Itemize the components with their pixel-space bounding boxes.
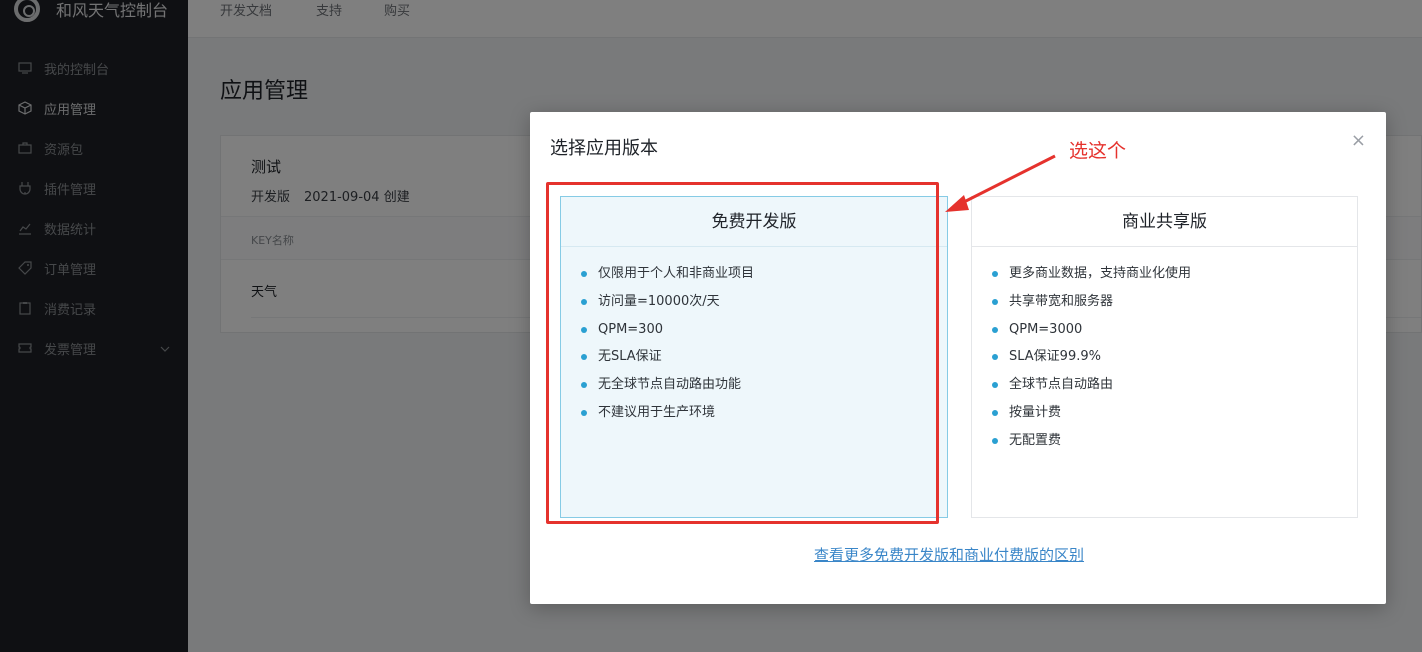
feature-item: 更多商业数据，支持商业化使用 [992,265,1357,293]
feature-item: 共享带宽和服务器 [992,293,1357,321]
feature-item: QPM=3000 [992,321,1357,349]
feature-item: SLA保证99.9% [992,348,1357,376]
feature-item: 全球节点自动路由 [992,376,1357,404]
compare-plans-link[interactable]: 查看更多免费开发版和商业付费版的区别 [814,544,1084,565]
modal-title: 选择应用版本 [550,138,658,159]
annotation-arrow-icon [945,154,1056,212]
feature-item: 无配置费 [992,432,1357,460]
annotation-text: 选这个 [1069,140,1127,162]
plan-card-business[interactable]: 商业共享版 更多商业数据，支持商业化使用 共享带宽和服务器 QPM=3000 S… [971,196,1358,518]
annotation-highlight-box [546,182,939,524]
feature-item: 按量计费 [992,404,1357,432]
close-icon[interactable]: × [1351,130,1366,151]
feature-list: 更多商业数据，支持商业化使用 共享带宽和服务器 QPM=3000 SLA保证99… [972,247,1357,460]
